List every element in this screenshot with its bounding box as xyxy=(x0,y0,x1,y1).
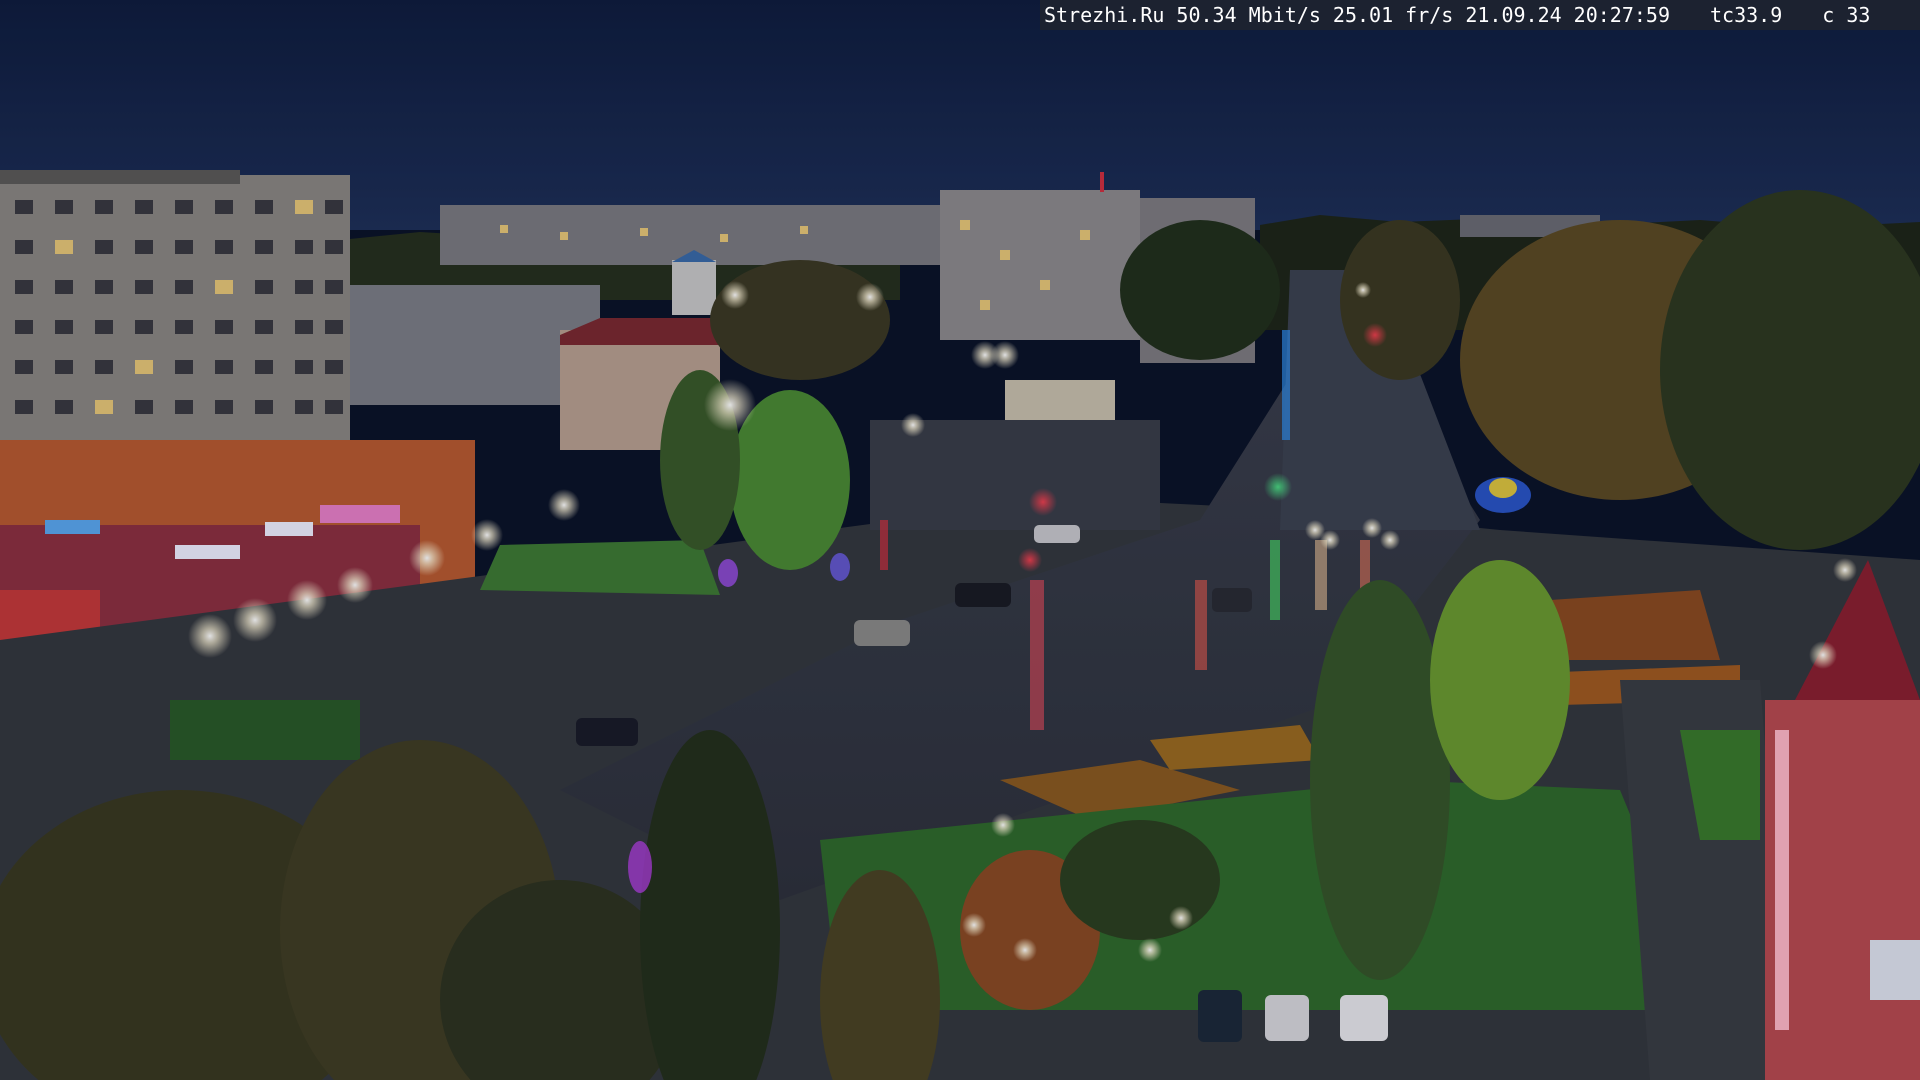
camera-osd-overlay: Strezhi.Ru 50.34 Mbit/s 25.01 fr/s 21.09.24… xyxy=(1040,0,1920,30)
osd-framerate: 25.01 fr/s xyxy=(1332,3,1454,27)
osd-bitrate: 50.34 Mbit/s xyxy=(1176,3,1321,27)
osd-tc: tc33.9 xyxy=(1710,3,1783,27)
webcam-frame: Strezhi.Ru 50.34 Mbit/s 25.01 fr/s 21.09.24… xyxy=(0,0,1920,1080)
osd-time: 20:27:59 xyxy=(1573,3,1670,27)
osd-date: 21.09.24 xyxy=(1465,3,1562,27)
osd-site: Strezhi.Ru xyxy=(1044,3,1165,27)
night-street-scene xyxy=(0,0,1920,1080)
osd-c: c 33 xyxy=(1822,3,1871,27)
